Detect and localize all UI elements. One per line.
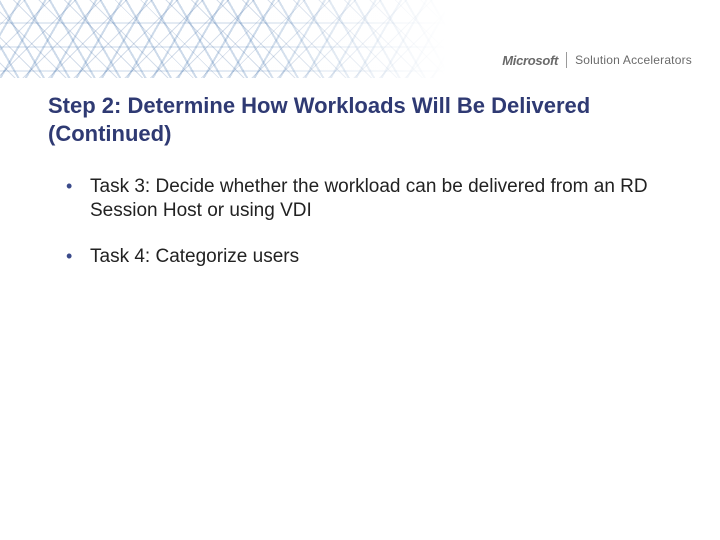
list-item: Task 4: Categorize users — [62, 245, 660, 269]
slide-title: Step 2: Determine How Workloads Will Be … — [48, 92, 660, 147]
brand-lockup: Microsoft Solution Accelerators — [502, 52, 692, 68]
list-item: Task 3: Decide whether the workload can … — [62, 175, 660, 223]
bullet-list: Task 3: Decide whether the workload can … — [62, 175, 660, 268]
slide-body: Task 3: Decide whether the workload can … — [62, 175, 660, 290]
brand-company: Microsoft — [502, 53, 558, 68]
brand-separator — [566, 52, 567, 68]
brand-product: Solution Accelerators — [575, 53, 692, 67]
